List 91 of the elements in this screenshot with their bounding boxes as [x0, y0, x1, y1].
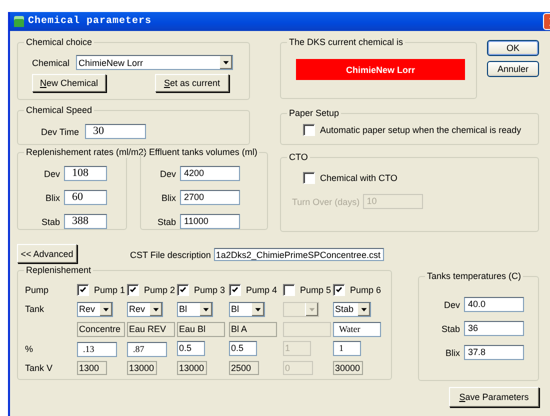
checkbox-label: Automatic paper setup when the chemical is ready	[320, 125, 522, 135]
checkbox[interactable]	[303, 124, 315, 136]
caret-icon[interactable]	[251, 302, 264, 316]
row-label: %	[25, 344, 34, 354]
checkbox-label: Pump 5	[300, 285, 332, 295]
input-field[interactable]: 30	[85, 124, 146, 139]
ok-button[interactable]: OK	[487, 40, 539, 56]
chemical-dropdown[interactable]: ChimieNew Lorr	[76, 55, 233, 70]
input-field[interactable]: Bl A	[229, 322, 277, 336]
input-field[interactable]: .13	[77, 342, 117, 357]
input-field[interactable]: 1a2Dks2_ChimiePrimeSPConcentree.cst	[214, 248, 384, 261]
tank-dropdown[interactable]: Bl	[229, 302, 265, 316]
input-field[interactable]: 2700	[180, 190, 240, 205]
checkbox-label: Pump 1	[94, 285, 126, 295]
group-title: Effluent tanks volumes (ml)	[147, 146, 260, 158]
checkbox[interactable]	[127, 284, 139, 296]
checkbox-label: Pump 6	[350, 285, 382, 295]
group-title: Replenishement rates (ml/m2)	[24, 146, 149, 158]
caret-icon[interactable]	[99, 302, 112, 316]
input-field[interactable]: 30000	[333, 360, 363, 374]
input-field[interactable]: 13000	[177, 360, 207, 374]
input-field[interactable]: 60	[64, 190, 107, 205]
input-field[interactable]: 2500	[229, 360, 259, 374]
group-title: Chemical choice	[24, 36, 94, 48]
field-label: Turn Over (days)	[292, 196, 360, 206]
input-field[interactable]: Water	[333, 322, 381, 336]
input-field[interactable]: 1	[333, 341, 361, 356]
tank-dropdown[interactable]: Bl	[177, 302, 213, 316]
row-label: Tank	[25, 304, 46, 314]
checkbox-label: Pump 3	[194, 285, 226, 295]
row-label: Pump	[25, 285, 50, 295]
group-title: Paper Setup	[287, 107, 342, 119]
checkbox[interactable]	[229, 284, 241, 296]
advanced-button[interactable]: << Advanced	[17, 244, 77, 263]
input-field[interactable]: 0.5	[229, 341, 257, 356]
input-field[interactable]: Eau REV	[127, 322, 175, 336]
window-title: Chemical parameters	[28, 16, 152, 27]
field-label: Dev	[42, 168, 60, 178]
caret-icon[interactable]	[149, 302, 162, 316]
field-label: Blix	[160, 192, 176, 202]
caret-icon[interactable]	[218, 56, 232, 69]
caret-icon[interactable]	[199, 302, 212, 316]
field-label: Blix	[444, 348, 460, 358]
group-title: Chemical Speed	[24, 104, 94, 116]
group-title: Replenishement	[24, 264, 94, 276]
input-field[interactable]: 388	[64, 214, 107, 229]
field-label: Chemical	[32, 58, 70, 68]
row-label: Tank V	[25, 362, 54, 372]
input-field[interactable]: .87	[127, 342, 167, 357]
field-label: Dev Time	[41, 126, 80, 136]
input-field[interactable]: 4200	[180, 166, 240, 181]
checkbox[interactable]	[177, 284, 189, 296]
app-icon	[14, 16, 24, 27]
input-field[interactable]: Concentre	[77, 322, 125, 336]
input-field[interactable]: Eau Bl	[177, 322, 225, 336]
new-chemical-button[interactable]: New Chemical	[32, 74, 106, 92]
current-chemical-banner: ChimieNew Lorr	[296, 59, 465, 80]
tank-dropdown[interactable]: Stab	[333, 302, 371, 316]
checkbox-label: Pump 4	[246, 285, 278, 295]
input-field[interactable]: 11000	[180, 214, 240, 229]
checkbox[interactable]	[333, 284, 345, 296]
input-field[interactable]	[283, 322, 331, 336]
input-field[interactable]: 0.5	[177, 341, 205, 356]
checkbox-label: Pump 2	[144, 285, 176, 295]
group-title: CTO	[287, 151, 310, 163]
save-parameters-button[interactable]: Save Parameters	[449, 387, 539, 407]
group-title: Tanks temperatures (C)	[425, 270, 524, 282]
input-field[interactable]: 37.8	[464, 345, 524, 360]
field-label: Stab	[40, 216, 60, 226]
checkbox-label: Chemical with CTO	[320, 173, 398, 183]
tank-dropdown[interactable]	[283, 302, 319, 316]
input-field[interactable]: 1300	[77, 360, 107, 374]
tank-dropdown[interactable]: Rev	[77, 302, 113, 316]
field-label: Stab	[156, 216, 176, 226]
set-current-button[interactable]: Set as current	[155, 74, 229, 92]
checkbox[interactable]	[283, 284, 295, 296]
field-label: Blix	[44, 192, 60, 202]
checkbox[interactable]	[77, 284, 89, 296]
group-title: The DKS current chemical is	[287, 36, 406, 48]
tank-dropdown[interactable]: Rev	[127, 302, 163, 316]
input-field[interactable]: 40.0	[464, 297, 524, 312]
input-field[interactable]: 13000	[127, 360, 157, 374]
field-label: CST File description	[130, 250, 211, 260]
field-label: Stab	[440, 324, 460, 334]
cancel-button[interactable]: Annuler	[487, 61, 539, 77]
field-label: Dev	[442, 300, 460, 310]
input-field[interactable]: 108	[64, 166, 107, 181]
input-field[interactable]: 36	[464, 321, 524, 336]
caret-icon[interactable]	[357, 302, 370, 316]
checkbox[interactable]	[303, 172, 315, 184]
field-label: Dev	[158, 168, 176, 178]
